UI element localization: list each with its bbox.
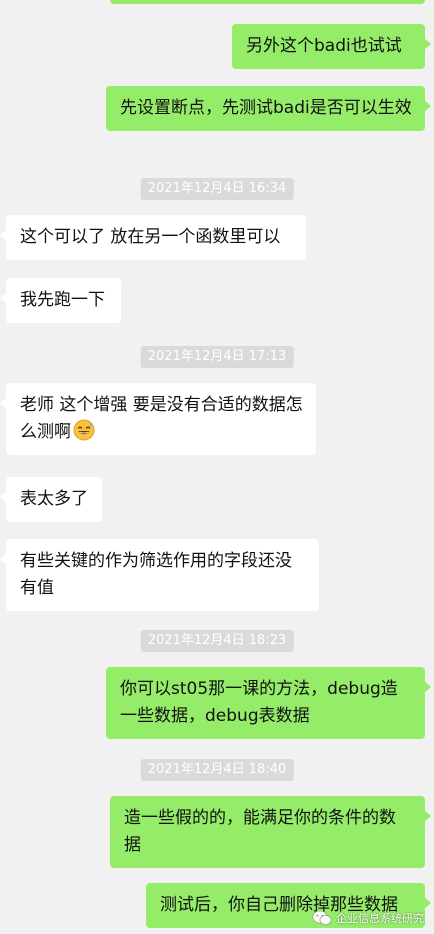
timestamp: 2021年12月4日 18:40	[140, 759, 294, 781]
message-bubble-received[interactable]: 有些关键的作为筛选作用的字段还没有值	[0, 539, 319, 611]
message-text: 造一些假的的，能满足你的条件的数据	[124, 808, 396, 855]
message-bubble-received[interactable]: 表太多了	[0, 477, 102, 522]
wechat-official-account-icon	[312, 910, 332, 926]
message-bubble-partial[interactable]	[110, 0, 425, 4]
message-text: 表太多了	[20, 489, 88, 509]
message-bubble-received[interactable]: 老师 这个增强 要是没有合适的数据怎么测啊	[0, 383, 316, 455]
message-bubble-sent[interactable]: 另外这个badi也试试	[232, 24, 431, 69]
message-text: 你可以st05那一课的方法，debug造一些数据，debug表数据	[120, 679, 398, 726]
watermark-text: 企业信息系统研究	[336, 912, 424, 925]
message-text: 有些关键的作为筛选作用的字段还没有值	[20, 551, 292, 598]
timestamp: 2021年12月4日 16:34	[140, 178, 294, 200]
timestamp: 2021年12月4日 18:23	[140, 630, 294, 652]
watermark: 企业信息系统研究	[312, 910, 424, 926]
message-bubble-sent[interactable]: 造一些假的的，能满足你的条件的数据	[110, 796, 431, 868]
message-bubble-received[interactable]: 这个可以了 放在另一个函数里可以	[0, 215, 306, 260]
message-text: 老师 这个增强 要是没有合适的数据怎么测啊	[20, 395, 303, 442]
message-bubble-sent[interactable]: 先设置断点，先测试badi是否可以生效	[106, 86, 431, 131]
chat-window: 另外这个badi也试试 先设置断点，先测试badi是否可以生效 2021年12月…	[0, 0, 434, 934]
message-text: 另外这个badi也试试	[246, 36, 402, 56]
message-bubble-sent[interactable]: 你可以st05那一课的方法，debug造一些数据，debug表数据	[106, 667, 431, 739]
timestamp: 2021年12月4日 17:13	[140, 346, 294, 368]
message-bubble-received[interactable]: 我先跑一下	[0, 278, 121, 323]
message-text: 这个可以了 放在另一个函数里可以	[20, 227, 281, 247]
grinning-sweat-emoji	[73, 419, 95, 441]
message-text: 我先跑一下	[20, 290, 105, 310]
message-text: 先设置断点，先测试badi是否可以生效	[120, 98, 412, 118]
